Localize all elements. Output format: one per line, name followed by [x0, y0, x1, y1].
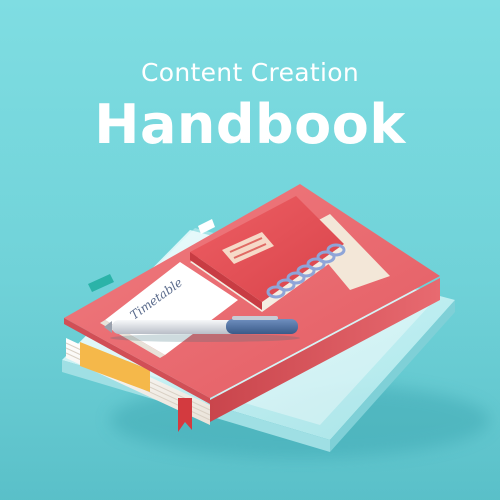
book-stack-illustration: Timetable — [0, 125, 500, 500]
